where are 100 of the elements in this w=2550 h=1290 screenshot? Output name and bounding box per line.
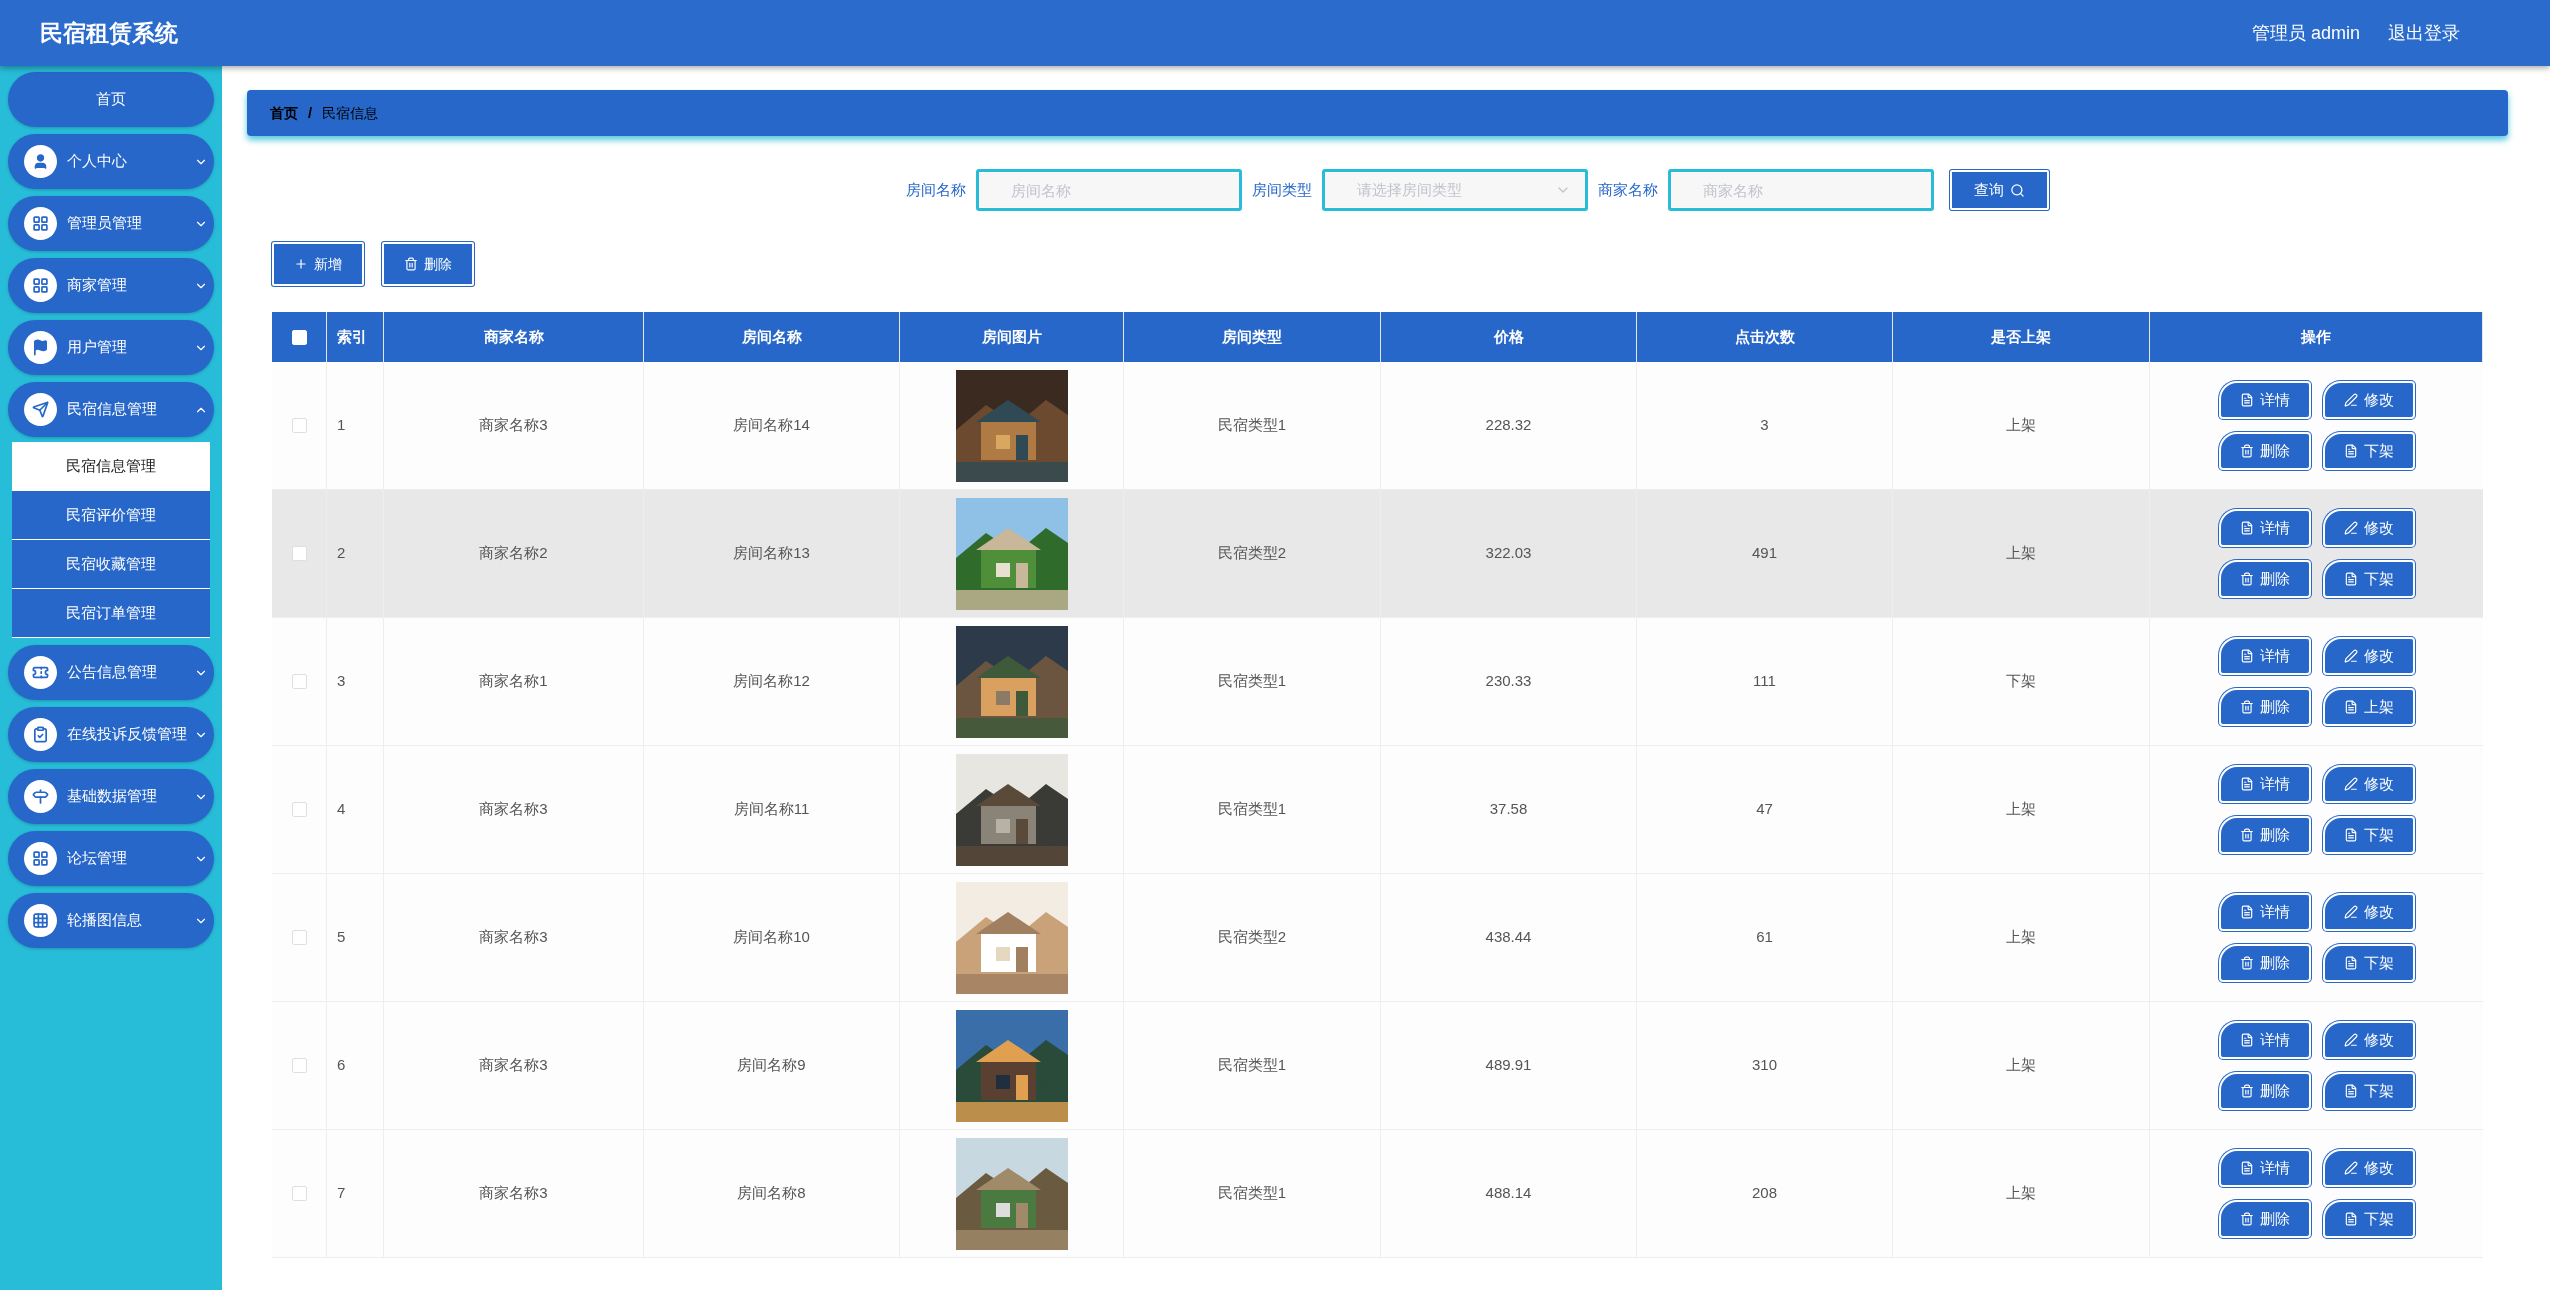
checkbox[interactable] xyxy=(291,546,307,561)
menu-item[interactable]: 个人中心 xyxy=(8,134,214,189)
action-button[interactable]: 删除 xyxy=(2218,560,2311,598)
table-cell-text: 6 xyxy=(337,1055,346,1076)
column-header: 商家名称 xyxy=(483,326,544,347)
table-cell-text: 上架 xyxy=(2006,415,2036,436)
table-cell-text: 民宿类型1 xyxy=(1217,1055,1287,1076)
action-button[interactable]: 下架 xyxy=(2322,1072,2415,1110)
document-icon xyxy=(2239,905,2254,919)
field-label: 房间类型 xyxy=(1252,179,1312,200)
checkbox[interactable] xyxy=(291,1058,307,1073)
table-row[interactable]: 3 商家名称1 房间名称12 民宿类型1 230.33 111 下架 详情 修改 删除 上架 xyxy=(272,618,2483,746)
logout-link[interactable]: 退出登录 xyxy=(2388,19,2460,47)
add-button[interactable]: 新增 xyxy=(272,242,364,286)
menu-item[interactable]: 用户管理 xyxy=(8,320,214,375)
submenu-item[interactable]: 民宿订单管理 xyxy=(12,589,210,638)
table-cell-text: 上架 xyxy=(2006,799,2036,820)
table-cell-text: 228.32 xyxy=(1485,415,1532,436)
table-cell-text: 37.58 xyxy=(1489,799,1528,820)
document-icon xyxy=(2343,828,2358,842)
action-button[interactable]: 修改 xyxy=(2322,1149,2415,1187)
table-cell-text: 房间名称12 xyxy=(733,671,810,692)
table-cell-text: 民宿类型1 xyxy=(1217,799,1287,820)
table-row[interactable]: 2 商家名称2 房间名称13 民宿类型2 322.03 491 上架 详情 修改 删除 下架 xyxy=(272,490,2483,618)
action-button[interactable]: 详情 xyxy=(2218,893,2311,931)
table-cell-text: 商家名称3 xyxy=(479,1183,548,1204)
menu-item[interactable]: 商家管理 xyxy=(8,258,214,313)
action-button[interactable]: 详情 xyxy=(2218,1021,2311,1059)
action-button[interactable]: 下架 xyxy=(2322,560,2415,598)
action-button[interactable]: 下架 xyxy=(2322,944,2415,982)
table-row[interactable]: 7 商家名称3 房间名称8 民宿类型1 488.14 208 上架 详情 修改 删除 下架 xyxy=(272,1130,2483,1258)
pencil-icon xyxy=(2343,393,2358,407)
pencil-icon xyxy=(2343,521,2358,535)
action-button[interactable]: 详情 xyxy=(2218,637,2311,675)
menu-item[interactable]: 论坛管理 xyxy=(8,831,214,886)
column-header: 房间图片 xyxy=(981,326,1042,347)
column-header: 索引 xyxy=(337,326,367,347)
menu-item[interactable]: 基础数据管理 xyxy=(8,769,214,824)
pencil-icon xyxy=(2343,649,2358,663)
delete-button[interactable]: 删除 xyxy=(382,242,474,286)
plus-icon xyxy=(294,257,308,271)
table-row[interactable]: 4 商家名称3 房间名称11 民宿类型1 37.58 47 上架 详情 修改 删除 下架 xyxy=(272,746,2483,874)
action-button[interactable]: 删除 xyxy=(2218,688,2311,726)
table-cell-text: 3 xyxy=(1760,415,1769,436)
table-row[interactable]: 1 商家名称3 房间名称14 民宿类型1 228.32 3 上架 详情 修改 删除 下架 xyxy=(272,362,2483,490)
menu-item[interactable]: 民宿信息管理 xyxy=(8,382,214,437)
document-icon xyxy=(2239,777,2254,791)
grid-icon xyxy=(24,207,57,240)
table-row[interactable]: 6 商家名称3 房间名称9 民宿类型1 489.91 310 上架 详情 修改 删除 下架 xyxy=(272,1002,2483,1130)
table-cell-text: 商家名称2 xyxy=(479,543,548,564)
checkbox[interactable] xyxy=(291,418,307,433)
action-button[interactable]: 详情 xyxy=(2218,381,2311,419)
submenu-item[interactable]: 民宿信息管理 xyxy=(12,442,210,491)
checkbox[interactable] xyxy=(291,1186,307,1201)
action-button[interactable]: 下架 xyxy=(2322,432,2415,470)
table-cell-text: 5 xyxy=(337,927,346,948)
breadcrumb-item[interactable]: 首页 xyxy=(270,102,298,124)
action-button[interactable]: 修改 xyxy=(2322,765,2415,803)
table-cell-text: 208 xyxy=(1752,1183,1777,1204)
signpost-icon xyxy=(24,780,57,813)
checkbox[interactable] xyxy=(291,930,307,945)
grid-icon xyxy=(24,904,57,937)
menu-item[interactable]: 在线投诉反馈管理 xyxy=(8,707,214,762)
action-button[interactable]: 修改 xyxy=(2322,509,2415,547)
action-button[interactable]: 下架 xyxy=(2322,1200,2415,1238)
action-button[interactable]: 删除 xyxy=(2218,816,2311,854)
checkbox[interactable] xyxy=(291,802,307,817)
menu-item[interactable]: 公告信息管理 xyxy=(8,645,214,700)
table-cell-text: 489.91 xyxy=(1485,1055,1532,1076)
action-button[interactable]: 删除 xyxy=(2218,1072,2311,1110)
user-label: 管理员 admin xyxy=(2251,21,2360,45)
query-button[interactable]: 查询 xyxy=(1950,170,2049,210)
document-icon xyxy=(2239,393,2254,407)
table-row[interactable]: 5 商家名称3 房间名称10 民宿类型2 438.44 61 上架 详情 修改 删除 下架 xyxy=(272,874,2483,1002)
menu-item[interactable]: 轮播图信息 xyxy=(8,893,214,948)
table-cell-text: 商家名称3 xyxy=(479,415,548,436)
field-label: 商家名称 xyxy=(1598,179,1658,200)
table-cell-text: 上架 xyxy=(2006,1055,2036,1076)
trash-icon xyxy=(2239,444,2254,458)
action-button[interactable]: 上架 xyxy=(2322,688,2415,726)
action-button[interactable]: 修改 xyxy=(2322,381,2415,419)
action-button[interactable]: 修改 xyxy=(2322,1021,2415,1059)
action-button[interactable]: 详情 xyxy=(2218,765,2311,803)
action-button[interactable]: 修改 xyxy=(2322,893,2415,931)
submenu-item[interactable]: 民宿评价管理 xyxy=(12,491,210,540)
action-button[interactable]: 删除 xyxy=(2218,1200,2311,1238)
action-button[interactable]: 删除 xyxy=(2218,432,2311,470)
menu-item[interactable]: 管理员管理 xyxy=(8,196,214,251)
action-button[interactable]: 删除 xyxy=(2218,944,2311,982)
action-button[interactable]: 修改 xyxy=(2322,637,2415,675)
action-button[interactable]: 详情 xyxy=(2218,1149,2311,1187)
action-button[interactable]: 详情 xyxy=(2218,509,2311,547)
document-icon xyxy=(2343,1084,2358,1098)
table-cell-text: 310 xyxy=(1752,1055,1777,1076)
menu-item[interactable]: 首页 xyxy=(8,72,214,127)
submenu-item[interactable]: 民宿收藏管理 xyxy=(12,540,210,589)
action-button[interactable]: 下架 xyxy=(2322,816,2415,854)
trash-icon xyxy=(2239,700,2254,714)
table-cell-text: 民宿类型1 xyxy=(1217,1183,1287,1204)
checkbox[interactable] xyxy=(291,674,307,689)
